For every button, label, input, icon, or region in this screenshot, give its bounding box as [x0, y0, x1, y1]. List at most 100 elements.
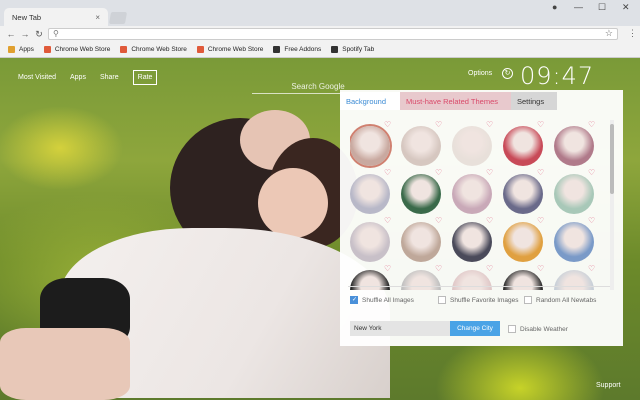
bookmark-item[interactable]: Chrome Web Store — [43, 46, 110, 53]
favorite-heart-icon[interactable]: ♡ — [486, 264, 493, 273]
theme-thumbnail[interactable] — [554, 222, 594, 262]
tab-close-icon[interactable]: × — [95, 13, 100, 22]
theme-thumbnail[interactable] — [401, 126, 441, 166]
theme-thumbnail[interactable] — [554, 126, 594, 166]
theme-thumbnail[interactable] — [452, 126, 492, 166]
tab-settings[interactable]: Settings — [511, 92, 557, 110]
random-all-option[interactable]: Random All Newtabs — [524, 296, 596, 304]
change-city-button[interactable]: Change City — [450, 321, 500, 336]
theme-thumbnail[interactable] — [350, 126, 390, 166]
theme-thumbnail[interactable] — [350, 222, 390, 262]
favorite-heart-icon[interactable]: ♡ — [486, 168, 493, 177]
favorite-heart-icon[interactable]: ♡ — [537, 168, 544, 177]
theme-thumbnail[interactable] — [401, 174, 441, 214]
top-nav: Most Visited Apps Share Rate — [18, 70, 158, 85]
favorite-heart-icon[interactable]: ♡ — [435, 168, 442, 177]
theme-thumbnail[interactable] — [350, 174, 390, 214]
favorite-heart-icon[interactable]: ♡ — [537, 264, 544, 273]
bookmark-item[interactable]: Apps — [8, 46, 34, 53]
theme-thumbnail[interactable] — [554, 270, 594, 290]
legs — [0, 328, 130, 400]
shuffle-favorite-label: Shuffle Favorite Images — [450, 296, 519, 304]
theme-thumbnail[interactable] — [503, 222, 543, 262]
bookmark-item[interactable]: Chrome Web Store — [120, 46, 187, 53]
tab-background[interactable]: Background — [340, 92, 400, 110]
favorite-heart-icon[interactable]: ♡ — [435, 216, 442, 225]
shuffle-favorite-checkbox[interactable] — [438, 296, 446, 304]
options-link[interactable]: Options — [468, 70, 492, 77]
theme-thumbnail[interactable] — [350, 270, 390, 290]
tab-new-tab[interactable]: New Tab × — [4, 8, 108, 26]
favorite-heart-icon[interactable]: ♡ — [537, 216, 544, 225]
close-window-icon[interactable]: ✕ — [622, 2, 630, 13]
scrollbar-thumb[interactable] — [610, 124, 614, 194]
weather-icon[interactable]: ↻ — [502, 68, 513, 79]
share-link[interactable]: Share — [100, 74, 119, 81]
favorite-heart-icon[interactable]: ♡ — [486, 216, 493, 225]
random-all-checkbox[interactable] — [524, 296, 532, 304]
forward-icon[interactable]: → — [18, 29, 32, 39]
favorite-heart-icon[interactable]: ♡ — [537, 120, 544, 129]
disable-weather-label: Disable Weather — [520, 325, 568, 333]
favorite-heart-icon[interactable]: ♡ — [384, 168, 391, 177]
theme-thumbnail[interactable] — [503, 126, 543, 166]
theme-thumbnail[interactable] — [452, 270, 492, 290]
addon-icon — [331, 46, 339, 53]
rate-button[interactable]: Rate — [132, 70, 158, 85]
new-tab-button[interactable] — [108, 12, 128, 24]
favorite-heart-icon[interactable]: ♡ — [588, 168, 595, 177]
apps-link[interactable]: Apps — [70, 74, 86, 81]
tab-related-themes[interactable]: Must-have Related Themes — [400, 92, 511, 110]
theme-thumbnail[interactable] — [503, 174, 543, 214]
reload-icon[interactable]: ↻ — [32, 29, 46, 40]
favorite-heart-icon[interactable]: ♡ — [435, 264, 442, 273]
bookmark-item[interactable]: Free Addons — [273, 46, 321, 53]
bookmark-label: Spotify Tab — [342, 46, 375, 53]
chrome-store-icon — [120, 46, 128, 53]
favorite-heart-icon[interactable]: ♡ — [435, 120, 442, 129]
favorite-heart-icon[interactable]: ♡ — [486, 120, 493, 129]
favorite-heart-icon[interactable]: ♡ — [384, 264, 391, 273]
shuffle-favorite-option[interactable]: Shuffle Favorite Images — [438, 296, 519, 304]
favorite-heart-icon[interactable]: ♡ — [588, 264, 595, 273]
menu-icon[interactable]: ⋮ — [628, 28, 637, 39]
disable-weather-option[interactable]: Disable Weather — [508, 325, 568, 333]
account-icon[interactable]: ● — [552, 2, 557, 12]
support-link[interactable]: Support — [596, 382, 621, 389]
back-icon[interactable]: ← — [4, 29, 18, 39]
favorite-heart-icon[interactable]: ♡ — [384, 120, 391, 129]
toolbar: ← → ↻ ⚲ ☆ ⋮ — [0, 26, 640, 42]
divider — [348, 286, 610, 287]
favorite-heart-icon[interactable]: ♡ — [384, 216, 391, 225]
bookmark-item[interactable]: Spotify Tab — [331, 46, 374, 53]
address-bar[interactable]: ⚲ ☆ — [48, 28, 618, 40]
theme-thumbnail[interactable] — [401, 270, 441, 290]
panel-tabs: Background Must-have Related Themes Sett… — [340, 92, 557, 112]
bookmark-star-icon[interactable]: ☆ — [605, 28, 613, 39]
search-icon: ⚲ — [53, 29, 59, 38]
shuffle-all-label: Shuffle All Images — [362, 296, 414, 304]
thumbnail-grid: ♡ ♡ ♡ ♡ ♡ ♡ ♡ ♡ ♡ ♡ ♡ ♡ ♡ ♡ ♡ ♡ ♡ ♡ ♡ ♡ — [350, 120, 606, 290]
shuffle-all-checkbox[interactable] — [350, 296, 358, 304]
tab-title: New Tab — [12, 12, 42, 22]
city-input[interactable] — [350, 321, 450, 336]
bookmark-item[interactable]: Chrome Web Store — [196, 46, 263, 53]
chrome-store-icon — [43, 46, 51, 53]
browser-chrome: New Tab × ● — ☐ ✕ ← → ↻ ⚲ ☆ ⋮ Apps Chrome… — [0, 0, 640, 58]
theme-thumbnail[interactable] — [452, 222, 492, 262]
shuffle-all-option[interactable]: Shuffle All Images — [350, 296, 414, 304]
apps-grid-icon — [8, 46, 15, 53]
theme-thumbnail[interactable] — [401, 222, 441, 262]
theme-thumbnail[interactable] — [452, 174, 492, 214]
maximize-icon[interactable]: ☐ — [598, 2, 606, 13]
random-all-label: Random All Newtabs — [536, 296, 597, 304]
favorite-heart-icon[interactable]: ♡ — [588, 120, 595, 129]
most-visited-link[interactable]: Most Visited — [18, 74, 56, 81]
addon-icon — [273, 46, 281, 53]
theme-thumbnail[interactable] — [554, 174, 594, 214]
grid-scrollbar[interactable] — [610, 120, 614, 290]
theme-thumbnail[interactable] — [503, 270, 543, 290]
favorite-heart-icon[interactable]: ♡ — [588, 216, 595, 225]
disable-weather-checkbox[interactable] — [508, 325, 516, 333]
minimize-icon[interactable]: — — [574, 2, 583, 12]
